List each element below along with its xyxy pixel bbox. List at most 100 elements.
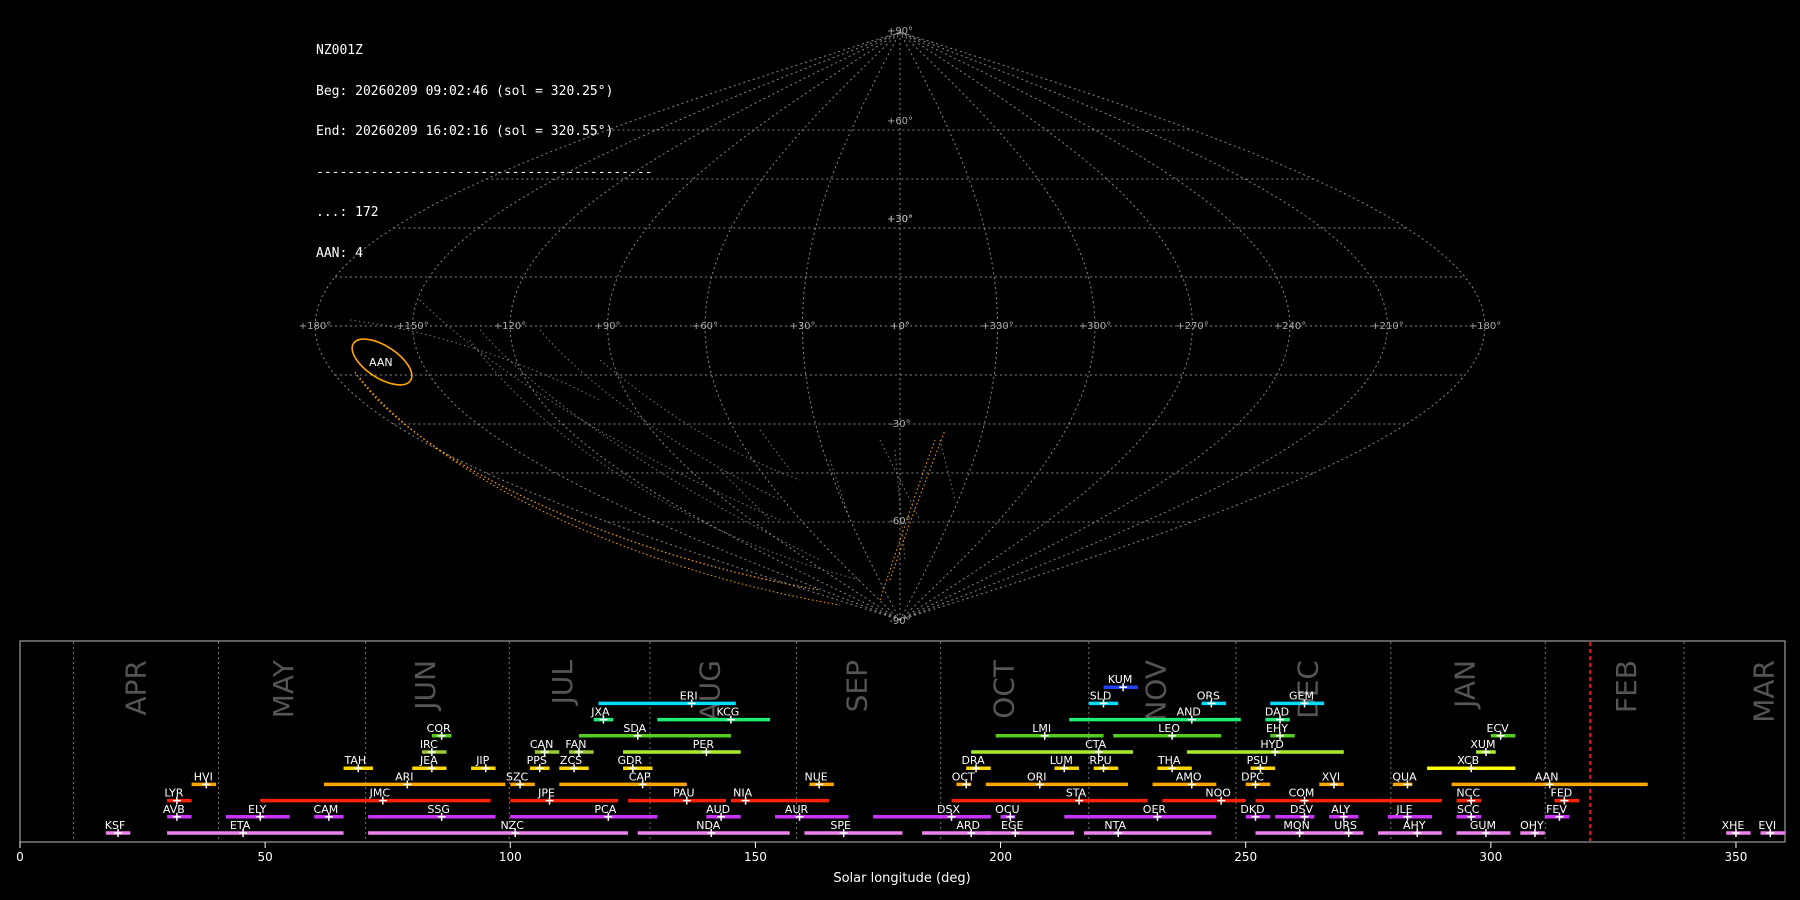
shower-code-label: EHY: [1266, 722, 1288, 735]
x-tick-label: 100: [499, 850, 522, 864]
shower-code-label: PAU: [673, 787, 695, 800]
meridian-line: [899, 31, 1389, 621]
shower-code-label: QUA: [1392, 770, 1417, 783]
longitude-label: +210°: [1371, 321, 1403, 332]
sporadic-track: [419, 299, 781, 521]
shower-code-label: ALY: [1331, 803, 1350, 816]
shower-code-label: COM: [1289, 787, 1315, 800]
shower-code-label: IRC: [420, 738, 438, 751]
shower-code-label: NOO: [1205, 787, 1231, 800]
longitude-label: +330°: [981, 321, 1013, 332]
shower-code-label: ETA: [230, 819, 251, 832]
x-tick-label: 350: [1725, 850, 1748, 864]
latitude-label: -60°: [889, 516, 910, 527]
shower-code-label: AUR: [785, 803, 809, 816]
shower-code-label: PCA: [594, 803, 616, 816]
shower-code-label: XHE: [1722, 819, 1745, 832]
shower-code-label: NUE: [805, 770, 828, 783]
month-label: JUN: [409, 660, 442, 712]
shower-code-label: ARD: [956, 819, 980, 832]
shower-code-label: URS: [1334, 819, 1357, 832]
shower-code-label: FAN: [565, 738, 586, 751]
shower-code-label: NZC: [500, 819, 524, 832]
latitude-label: +60°: [887, 116, 913, 127]
shower-code-label: FEV: [1546, 803, 1567, 816]
month-label: SEP: [840, 660, 873, 712]
month-label: MAR: [1747, 660, 1780, 723]
latitude-label: +0°: [890, 321, 910, 332]
longitude-label: +90°: [594, 321, 620, 332]
shower-code-label: CAP: [629, 770, 651, 783]
sporadic-track: [469, 339, 861, 581]
shower-code-label: ZCS: [560, 754, 582, 767]
shower-code-label: FED: [1551, 787, 1573, 800]
shower-code-label: OHY: [1520, 819, 1544, 832]
x-axis-label: Solar longitude (deg): [833, 871, 970, 886]
shower-code-label: THA: [1157, 754, 1181, 767]
shower-code-label: HVI: [194, 770, 213, 783]
shower-code-label: DPC: [1241, 770, 1264, 783]
shower-code-label: ORS: [1197, 689, 1220, 702]
sporadic-track: [759, 429, 791, 471]
shower-code-label: AAN: [1535, 770, 1559, 783]
shower-code-label: RPU: [1089, 754, 1111, 767]
longitude-label: +180°: [1469, 321, 1501, 332]
shower-code-label: DKD: [1240, 803, 1264, 816]
shower-code-label: XVI: [1322, 770, 1340, 783]
x-tick-label: 300: [1479, 850, 1502, 864]
longitude-label: +120°: [494, 321, 526, 332]
shower-timeline-chart: APR MAY JUN JUL AUG SEP OCT NOV DEC JAN FEB MAR KSF…: [16, 640, 1786, 886]
x-tick-label: 200: [989, 850, 1012, 864]
x-tick-label: 0: [16, 850, 24, 864]
shower-code-label: ERI: [680, 689, 698, 702]
shower-code-label: JMC: [369, 787, 391, 800]
shower-code-label: OCT: [952, 770, 975, 783]
shower-code-label: JXA: [590, 706, 610, 719]
shower-code-label: KSF: [105, 819, 126, 832]
shower-code-label: PPS: [527, 754, 547, 767]
x-tick-label: 150: [744, 850, 767, 864]
sporadic-track: [479, 329, 821, 561]
latitude-label: -30°: [889, 419, 910, 430]
shower-code-label: AHY: [1403, 819, 1426, 832]
month-label: NOV: [1139, 660, 1172, 722]
month-label: JAN: [1448, 660, 1481, 710]
month-label: OCT: [987, 659, 1020, 719]
month-label: JUL: [546, 660, 579, 707]
shower-code-label: PSU: [1247, 754, 1269, 767]
month-label: APR: [120, 660, 153, 716]
shower-code-label: OCU: [995, 803, 1019, 816]
shower-code-label: CAM: [314, 803, 339, 816]
latitude-label: +30°: [887, 214, 913, 225]
longitude-label: +240°: [1274, 321, 1306, 332]
shower-code-label: SDA: [623, 722, 646, 735]
shower-code-label: NDA: [696, 819, 721, 832]
longitude-label: +180°: [299, 321, 331, 332]
longitude-label: +30°: [789, 321, 815, 332]
shower-code-label: LMI: [1032, 722, 1051, 735]
meteor-tracks: [349, 299, 956, 606]
shower-code-label: EVI: [1758, 819, 1776, 832]
x-tick-label: 250: [1234, 850, 1257, 864]
shower-code-label: LYR: [164, 787, 183, 800]
latitude-label: -90°: [889, 616, 910, 627]
shower-code-label: DSV: [1290, 803, 1313, 816]
shower-code-label: LUM: [1050, 754, 1073, 767]
sporadic-track: [539, 329, 781, 501]
latitude-label: +90°: [887, 26, 913, 37]
shower-code-label: NTA: [1104, 819, 1126, 832]
shower-code-label: STA: [1066, 787, 1087, 800]
shower-code-label: JPE: [537, 787, 555, 800]
month-label: MAY: [267, 659, 300, 718]
sporadic-track: [829, 459, 851, 521]
shower-code-label: LEO: [1158, 722, 1180, 735]
shower-code-label: NIA: [733, 787, 752, 800]
shower-code-label: SCC: [1457, 803, 1480, 816]
shower-code-label: JIP: [475, 754, 489, 767]
shower-code-label: TAH: [343, 754, 366, 767]
shower-code-label: GDR: [618, 754, 643, 767]
shower-code-label: NCC: [1456, 787, 1480, 800]
aan-trail: [359, 377, 841, 606]
shower-code-label: JEA: [419, 754, 438, 767]
shower-code-label: AUD: [706, 803, 730, 816]
